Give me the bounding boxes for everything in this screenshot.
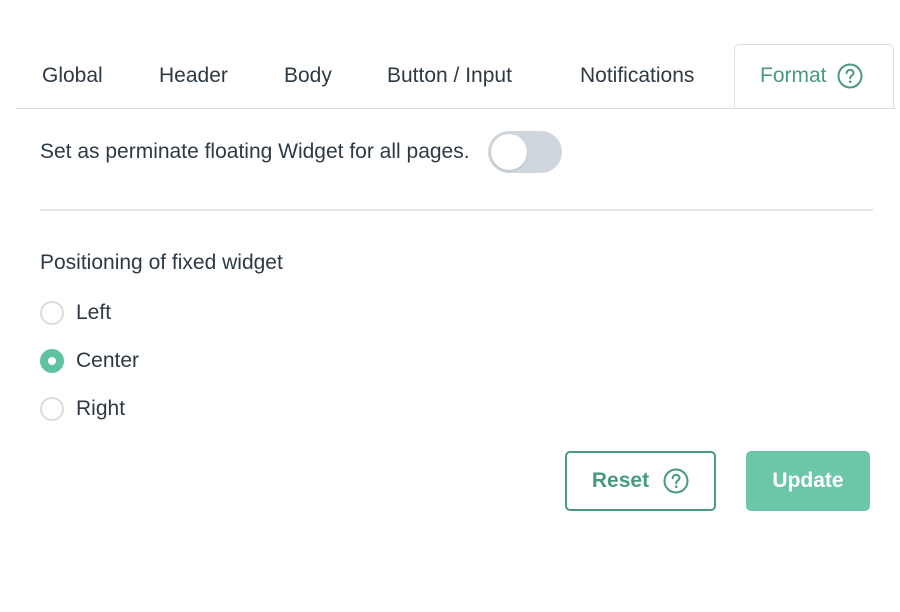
radio-option-center[interactable]: Center: [40, 346, 139, 376]
tab-label: Button / Input: [387, 64, 512, 87]
question-circle-icon: [663, 468, 689, 494]
radio-button[interactable]: [40, 397, 64, 421]
reset-button[interactable]: Reset: [565, 451, 716, 511]
tab-label: Body: [284, 64, 332, 87]
tab-notifications[interactable]: Notifications: [580, 44, 694, 108]
floating-widget-toggle[interactable]: [487, 131, 562, 173]
radio-button[interactable]: [40, 349, 64, 373]
tab-label: Notifications: [580, 64, 695, 87]
tab-label: Header: [159, 64, 228, 87]
tab-label: Format: [760, 64, 827, 87]
tab-format[interactable]: Format: [734, 44, 894, 108]
toggle-knob: [490, 134, 527, 170]
radio-label: Center: [76, 349, 140, 372]
positioning-label: Positioning of fixed widget: [40, 251, 283, 274]
tab-bar: Global Header Body Button / Input Notifi…: [16, 44, 896, 109]
floating-widget-label: Set as perminate floating Widget for all…: [40, 140, 470, 163]
radio-label: Left: [76, 301, 112, 324]
floating-widget-setting: Set as perminate floating Widget for all…: [40, 130, 562, 174]
radio-option-right[interactable]: Right: [40, 394, 125, 424]
update-button[interactable]: Update: [746, 451, 870, 511]
update-button-label: Update: [772, 469, 844, 492]
reset-button-label: Reset: [591, 469, 650, 492]
radio-button[interactable]: [40, 301, 64, 325]
tab-label: Global: [42, 64, 103, 87]
tab-header[interactable]: Header: [159, 44, 228, 108]
radio-label: Right: [76, 397, 126, 420]
radio-option-left[interactable]: Left: [40, 298, 111, 328]
tab-body[interactable]: Body: [284, 44, 332, 108]
tab-button-input[interactable]: Button / Input: [387, 44, 512, 108]
tab-global[interactable]: Global: [42, 44, 103, 108]
divider: [40, 209, 873, 211]
format-settings-panel: Global Header Body Button / Input Notifi…: [0, 0, 900, 612]
question-circle-icon[interactable]: [837, 63, 863, 89]
